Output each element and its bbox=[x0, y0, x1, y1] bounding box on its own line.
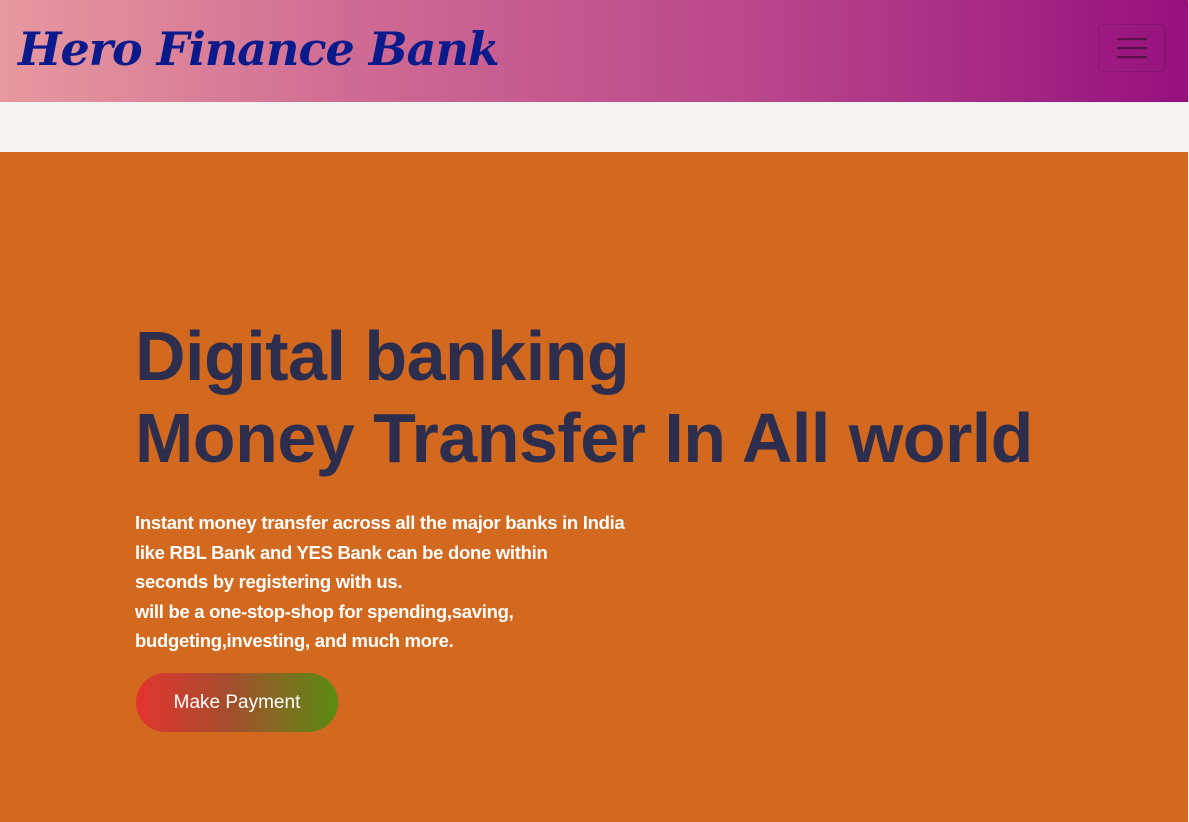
hamburger-menu-icon bbox=[1116, 36, 1148, 60]
navbar: Hero Finance Bank bbox=[0, 0, 1188, 102]
hero-title: Digital banking Money Transfer In All wo… bbox=[135, 315, 1033, 479]
hero-title-line-2: Money Transfer In All world bbox=[135, 399, 1033, 477]
make-payment-button[interactable]: Make Payment bbox=[136, 673, 338, 732]
hero-description-line: Instant money transfer across all the ma… bbox=[135, 512, 625, 533]
hero-description-line: budgeting,investing, and much more. bbox=[135, 630, 454, 652]
brand-logo-link[interactable]: Hero Finance Bank bbox=[18, 22, 500, 76]
hero-description-line: seconds by registering with us. bbox=[135, 571, 403, 593]
hero-description-line: like RBL Bank and YES Bank can be done w… bbox=[135, 541, 548, 563]
navbar-toggler-button[interactable] bbox=[1098, 24, 1166, 72]
hero-description-line: will be a one-stop-shop for spending,sav… bbox=[135, 600, 514, 622]
hero-title-line-1: Digital banking bbox=[135, 317, 630, 395]
header-spacer bbox=[0, 102, 1189, 152]
hero-description: Instant money transfer across all the ma… bbox=[135, 508, 695, 656]
hero-section: Digital banking Money Transfer In All wo… bbox=[0, 152, 1188, 822]
